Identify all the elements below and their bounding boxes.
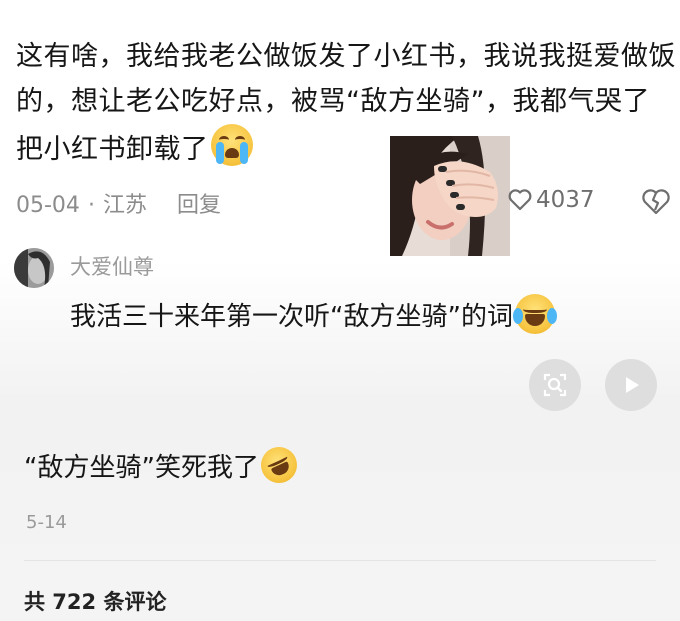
comment-location: 江苏 — [102, 193, 147, 218]
comment-date: 05-04 — [16, 193, 80, 218]
like-button[interactable]: 4037 — [508, 187, 595, 213]
meta-separator: · — [87, 193, 95, 218]
reply-author-name[interactable]: 大爱仙尊 — [70, 251, 154, 281]
second-comment-date: 5-14 — [26, 512, 67, 533]
second-comment-text: “敌方坐骑”笑死我了 — [24, 453, 259, 483]
play-button[interactable] — [605, 359, 657, 411]
reply-button[interactable]: 回复 — [177, 193, 221, 218]
comment-photo[interactable] — [390, 136, 510, 256]
second-comment-text-block: “敌方坐骑”笑死我了 — [24, 441, 303, 489]
broken-heart-icon — [642, 189, 670, 215]
crying-emoji-icon — [210, 124, 253, 166]
play-icon — [626, 377, 639, 393]
like-count: 4037 — [536, 187, 595, 213]
divider — [24, 560, 656, 561]
image-search-button[interactable] — [529, 359, 581, 411]
comment-text: 这有啥，我给我老公做饭发了小红书，我说我挺爱做饭的，想让老公吃好点，被骂“敌方坐… — [16, 41, 676, 165]
comment-count: 共 722 条评论 — [24, 590, 167, 614]
avatar-image — [14, 248, 54, 288]
image-search-icon — [543, 373, 567, 397]
avatar[interactable] — [14, 248, 54, 288]
rolling-laughing-emoji-icon — [255, 441, 303, 489]
laughing-crying-emoji-icon — [512, 294, 557, 334]
comment-meta: 05-04 · 江苏 回复 — [16, 187, 221, 219]
dislike-button[interactable] — [641, 188, 671, 220]
woman-covering-eyes-image — [390, 136, 510, 256]
heart-outline-icon — [508, 189, 532, 211]
reply-text: 我活三十来年第一次听“敌方坐骑”的词 — [70, 302, 513, 332]
reply-text-block: 我活三十来年第一次听“敌方坐骑”的词 — [70, 294, 557, 334]
comment-text-block: 这有啥，我给我老公做饭发了小红书，我说我挺爱做饭的，想让老公吃好点，被骂“敌方坐… — [16, 34, 676, 172]
